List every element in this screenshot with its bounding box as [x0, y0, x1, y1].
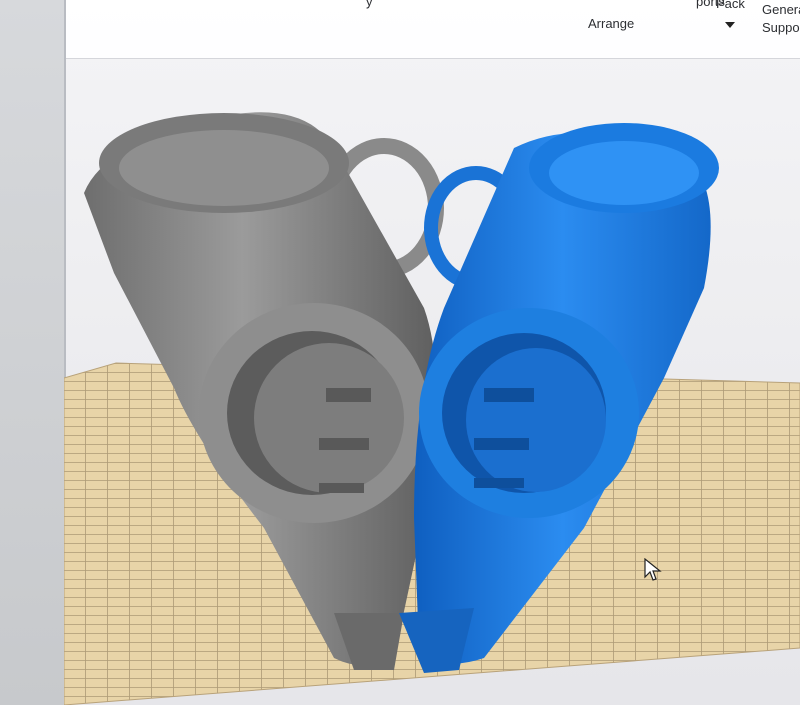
- supports-label: Support: [762, 20, 800, 35]
- viewport-canvas[interactable]: [64, 58, 800, 705]
- 3d-viewport[interactable]: [64, 58, 800, 705]
- generate-supports-button[interactable]: Generat Support: [756, 0, 800, 35]
- pack-button[interactable]: Pack: [706, 0, 756, 34]
- pack-label: Pack: [716, 0, 745, 11]
- generate-label: Generat: [762, 2, 800, 17]
- arrow-cursor-icon: [644, 558, 662, 581]
- top-toolbar: y ports Pack Arrange Generat Support: [66, 0, 800, 59]
- arrange-button[interactable]: Arrange: [578, 10, 648, 44]
- arrange-label: Arrange: [588, 16, 635, 31]
- chevron-down-icon[interactable]: [725, 22, 735, 28]
- toolbar-partial-label: y: [366, 0, 373, 9]
